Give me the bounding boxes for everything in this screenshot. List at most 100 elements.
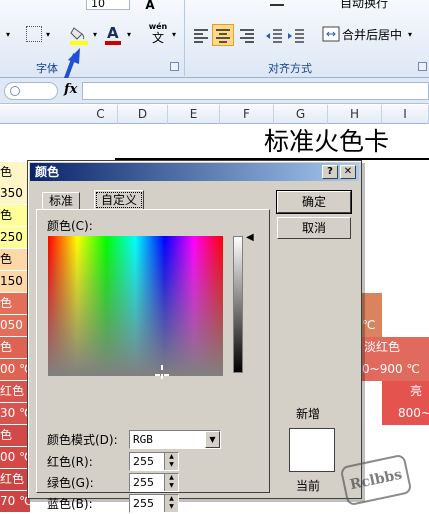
column-header[interactable]: G xyxy=(274,105,328,124)
align-center-icon xyxy=(216,29,230,43)
sheet-cell[interactable]: 淡红色 xyxy=(362,337,429,359)
sheet-cell[interactable]: 色 xyxy=(0,425,30,446)
align-left-button[interactable] xyxy=(191,25,211,45)
column-header[interactable]: D xyxy=(118,105,168,124)
sheet-cell[interactable]: 050 ℃ xyxy=(0,315,30,336)
alignment-group-launcher-icon[interactable] xyxy=(418,62,427,71)
borders-dropdown-icon[interactable]: ▾ xyxy=(44,27,52,43)
column-header[interactable]: E xyxy=(168,105,220,124)
red-value: 255 xyxy=(133,455,154,468)
sheet-cell[interactable]: 亮 xyxy=(382,381,429,403)
color-dialog: 颜色 ? ✕ 标准 自定义 颜色(C): ◀ 颜色模式(D): RGB ▼ 红色… xyxy=(27,160,362,513)
blue-label: 蓝色(B): xyxy=(47,497,93,511)
luminance-pointer-icon[interactable]: ◀ xyxy=(246,232,254,244)
sheet-cell[interactable]: 色 xyxy=(0,162,30,183)
merge-center-button[interactable]: 合并后居中 xyxy=(318,24,418,44)
sheet-cell[interactable]: 00 ℃ xyxy=(0,447,30,468)
blue-spinner[interactable]: ▲ ▼ xyxy=(164,495,178,512)
sheet-cell[interactable]: 色 xyxy=(0,205,30,226)
sheet-cell[interactable]: 150 xyxy=(0,271,30,292)
font-color-dropdown-icon[interactable]: ▾ xyxy=(125,27,133,43)
sheet-cell[interactable]: ℃ xyxy=(362,315,382,337)
paint-bucket-icon xyxy=(70,27,88,45)
phonetic-button[interactable]: wén 文 xyxy=(146,22,170,46)
colors-label: 颜色(C): xyxy=(47,219,93,233)
formula-input[interactable] xyxy=(82,82,429,100)
fill-color-button[interactable] xyxy=(68,24,90,46)
merge-dropdown-icon[interactable]: ▾ xyxy=(406,27,414,43)
red-value-input[interactable]: 255 ▲ ▼ xyxy=(129,452,179,471)
sheet-title: 标准火色卡 xyxy=(264,127,390,156)
fx-icon[interactable]: fx xyxy=(64,82,77,97)
grow-font-icon[interactable]: A xyxy=(138,0,162,13)
sheet-cell[interactable]: 色 xyxy=(0,249,30,270)
font-size-box[interactable]: 10 xyxy=(86,0,130,10)
blue-value-input[interactable]: 255 ▲ ▼ xyxy=(129,494,179,513)
help-button[interactable]: ? xyxy=(322,165,338,179)
luminance-slider[interactable] xyxy=(233,236,243,373)
column-header[interactable]: H xyxy=(328,105,382,124)
dialog-title-bar[interactable]: 颜色 ? ✕ xyxy=(30,163,359,181)
font-color-bar xyxy=(105,41,121,45)
current-color-label: 当前 xyxy=(296,479,321,493)
sheet-cell[interactable]: 350 xyxy=(0,183,30,204)
increase-indent-icon xyxy=(288,29,304,43)
group-separator xyxy=(184,0,185,76)
color-spectrum-picker[interactable] xyxy=(48,236,223,376)
align-right-button[interactable] xyxy=(237,25,257,45)
sheet-cell[interactable]: 0~900 ℃ xyxy=(362,359,429,381)
green-value: 255 xyxy=(133,476,154,489)
column-header-row: C D E F G H I xyxy=(0,105,429,124)
color-mode-select[interactable]: RGB ▼ xyxy=(129,430,221,449)
borders-icon[interactable] xyxy=(26,26,42,42)
phonetic-dropdown-icon[interactable]: ▾ xyxy=(170,27,178,43)
color-mode-value: RGB xyxy=(133,433,153,446)
ok-button[interactable]: 确定 xyxy=(276,190,352,214)
sheet-cell[interactable]: 红色 xyxy=(0,469,30,490)
crosshair-icon xyxy=(155,365,169,379)
tab-custom[interactable]: 自定义 xyxy=(94,190,145,210)
font-color-glyph: A xyxy=(107,24,119,42)
red-spinner[interactable]: ▲ ▼ xyxy=(164,453,178,470)
sheet-cell[interactable]: 00 ℃ xyxy=(0,359,30,380)
wrap-text-label: 自动换行 xyxy=(340,0,389,10)
dropdown-arrow-icon[interactable]: ▾ xyxy=(4,27,12,43)
red-label: 红色(R): xyxy=(47,455,93,469)
wrap-text-button[interactable]: 自动换行 xyxy=(318,0,418,10)
column-header[interactable]: C xyxy=(84,105,118,124)
watermark-text: Rclbbs xyxy=(348,466,404,494)
alignment-group-label: 对齐方式 xyxy=(268,62,312,75)
tab-standard[interactable]: 标准 xyxy=(42,192,81,210)
close-button[interactable]: ✕ xyxy=(340,165,356,179)
green-value-input[interactable]: 255 ▲ ▼ xyxy=(129,473,179,492)
align-center-button[interactable] xyxy=(212,24,234,46)
sheet-cell[interactable]: 250 xyxy=(0,227,30,248)
font-group-launcher-icon[interactable] xyxy=(170,62,179,71)
name-box[interactable] xyxy=(4,82,58,100)
column-header[interactable]: I xyxy=(382,105,429,124)
sheet-cell[interactable]: 色 xyxy=(0,337,30,358)
decrease-indent-button[interactable] xyxy=(264,25,284,45)
wrap-icon[interactable] xyxy=(270,0,284,6)
green-spinner[interactable]: ▲ ▼ xyxy=(164,474,178,491)
sheet-cell[interactable]: 70 ℃ xyxy=(0,491,30,512)
decrease-indent-icon xyxy=(266,29,282,43)
sheet-cell[interactable]: 色 xyxy=(0,293,30,314)
select-arrow-button[interactable]: ▼ xyxy=(205,431,220,448)
dialog-title: 颜色 xyxy=(35,165,60,179)
formula-bar: fx xyxy=(0,78,429,104)
sheet-cell[interactable] xyxy=(362,293,382,315)
fill-dropdown-icon[interactable]: ▾ xyxy=(91,27,99,43)
sheet-cell[interactable]: 800~ xyxy=(382,403,429,425)
phonetic-pinyin: wén xyxy=(148,22,168,31)
sheet-cell[interactable]: 红色 xyxy=(0,381,30,402)
color-preview-swatch xyxy=(289,428,335,472)
increase-indent-button[interactable] xyxy=(286,25,306,45)
cancel-button[interactable]: 取消 xyxy=(277,217,351,239)
font-size-value: 10 xyxy=(91,0,105,10)
column-header[interactable]: F xyxy=(220,105,274,124)
align-right-icon xyxy=(240,29,254,43)
sheet-cell[interactable]: 30 ℃ xyxy=(0,403,30,424)
new-color-label: 新增 xyxy=(296,407,321,421)
font-color-button[interactable]: A xyxy=(103,24,123,46)
